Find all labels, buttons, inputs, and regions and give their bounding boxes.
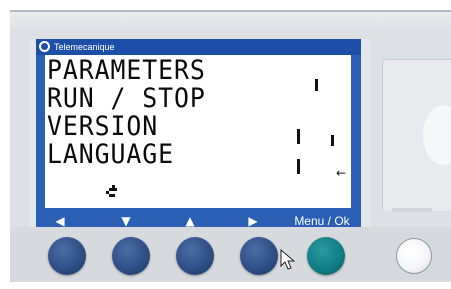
telemecanique-logo-icon bbox=[39, 41, 50, 52]
menu-item-parameters[interactable]: PARAMETERS bbox=[47, 57, 206, 84]
menu-item-run-stop[interactable]: RUN / STOP bbox=[47, 85, 206, 112]
shift-button[interactable] bbox=[396, 238, 432, 274]
selection-arrow-icon: ← bbox=[336, 166, 347, 180]
lcd-pixel-mark bbox=[297, 159, 300, 174]
menu-ok-button[interactable] bbox=[307, 237, 345, 275]
lcd-bezel: Telemecanique PARAMETERS RUN / STOP VERS… bbox=[36, 39, 361, 211]
plc-device: Telemecanique PARAMETERS RUN / STOP VERS… bbox=[10, 10, 451, 282]
mouse-cursor-icon bbox=[280, 249, 296, 270]
menu-item-version[interactable]: VERSION bbox=[47, 113, 158, 140]
left-button[interactable] bbox=[48, 237, 86, 275]
side-window-tab bbox=[392, 208, 432, 212]
lcd-pixel-mark bbox=[297, 129, 300, 144]
right-button[interactable] bbox=[240, 237, 278, 275]
lcd-cursor-glyph-icon bbox=[106, 185, 117, 197]
down-button[interactable] bbox=[112, 237, 150, 275]
button-row bbox=[10, 227, 451, 282]
lcd-screen: PARAMETERS RUN / STOP VERSION LANGUAGE ← bbox=[45, 55, 351, 208]
lcd-pixel-mark bbox=[331, 135, 334, 146]
up-button[interactable] bbox=[176, 237, 214, 275]
side-display-window bbox=[382, 59, 451, 211]
brand-label: Telemecanique bbox=[54, 42, 115, 52]
device-top-strip bbox=[10, 12, 451, 34]
lcd-titlebar: Telemecanique bbox=[36, 39, 361, 55]
menu-item-language[interactable]: LANGUAGE bbox=[47, 141, 174, 168]
lcd-pixel-mark bbox=[315, 79, 318, 91]
